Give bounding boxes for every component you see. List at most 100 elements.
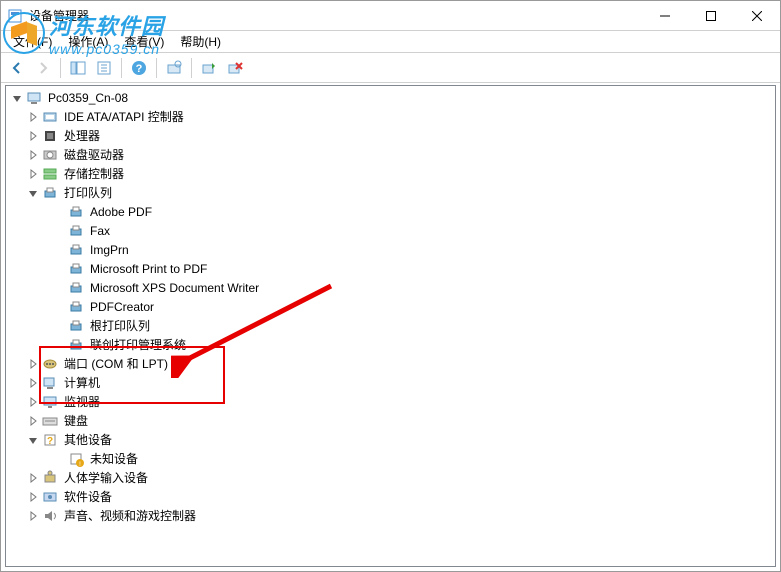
tree-item-label: 软件设备	[62, 487, 114, 506]
tree-child-item[interactable]: !未知设备	[6, 449, 775, 468]
menu-view[interactable]: 查看(V)	[116, 31, 172, 52]
printer-icon	[68, 280, 84, 296]
chevron-right-icon[interactable]	[26, 509, 40, 523]
printer-icon	[68, 299, 84, 315]
minimize-button[interactable]	[642, 1, 688, 31]
tree-item[interactable]: 软件设备	[6, 487, 775, 506]
keyboard-icon	[42, 413, 58, 429]
printer-icon	[42, 185, 58, 201]
tree-item-label: 打印队列	[62, 183, 114, 202]
tree-child-label: Microsoft XPS Document Writer	[88, 280, 261, 296]
tree-item-label: 磁盘驱动器	[62, 145, 126, 164]
hid-icon	[42, 470, 58, 486]
svg-text:?: ?	[47, 436, 53, 447]
properties-button[interactable]	[92, 56, 116, 80]
tree-item-label: 监视器	[62, 392, 102, 411]
menubar: 文件(F) 操作(A) 查看(V) 帮助(H)	[1, 31, 780, 53]
soft-icon	[42, 489, 58, 505]
tree-child-label: Microsoft Print to PDF	[88, 261, 209, 277]
chevron-right-icon[interactable]	[26, 167, 40, 181]
tree-item[interactable]: 存储控制器	[6, 164, 775, 183]
menu-file[interactable]: 文件(F)	[5, 31, 60, 52]
tree-item-label: 声音、视频和游戏控制器	[62, 506, 198, 525]
chevron-right-icon[interactable]	[26, 471, 40, 485]
root-label: Pc0359_Cn-08	[46, 90, 130, 106]
chevron-right-icon[interactable]	[26, 357, 40, 371]
tree-child-item[interactable]: Fax	[6, 221, 775, 240]
tree-child-label: ImgPrn	[88, 242, 131, 258]
tree-item[interactable]: 处理器	[6, 126, 775, 145]
tree-child-item[interactable]: 联创打印管理系统	[6, 335, 775, 354]
tree-child-label: Fax	[88, 223, 112, 239]
tree-child-item[interactable]: PDFCreator	[6, 297, 775, 316]
app-icon	[7, 8, 23, 24]
toolbar: ?	[1, 53, 780, 83]
tree-item[interactable]: IDE ATA/ATAPI 控制器	[6, 107, 775, 126]
chevron-right-icon[interactable]	[26, 490, 40, 504]
tree-item[interactable]: 打印队列	[6, 183, 775, 202]
update-driver-button[interactable]	[197, 56, 221, 80]
uninstall-button[interactable]	[223, 56, 247, 80]
back-button[interactable]	[5, 56, 29, 80]
chevron-right-icon[interactable]	[26, 148, 40, 162]
tree-item[interactable]: ? 其他设备	[6, 430, 775, 449]
chevron-right-icon[interactable]	[26, 129, 40, 143]
tree-item-label: IDE ATA/ATAPI 控制器	[62, 107, 186, 126]
tree-item[interactable]: 计算机	[6, 373, 775, 392]
sound-icon	[42, 508, 58, 524]
printer-icon	[68, 318, 84, 334]
disk-icon	[42, 147, 58, 163]
cpu-icon	[42, 128, 58, 144]
scan-button[interactable]	[162, 56, 186, 80]
chevron-down-icon[interactable]	[26, 186, 40, 200]
titlebar: 设备管理器	[1, 1, 780, 31]
pc-icon	[42, 375, 58, 391]
printer-icon	[68, 204, 84, 220]
forward-button[interactable]	[31, 56, 55, 80]
unknown-icon: !	[68, 451, 84, 467]
tree-item-label: 人体学输入设备	[62, 468, 150, 487]
computer-icon	[26, 90, 42, 106]
help-button[interactable]: ?	[127, 56, 151, 80]
tree-item[interactable]: 监视器	[6, 392, 775, 411]
tree-item-label: 其他设备	[62, 430, 114, 449]
tree-item[interactable]: 人体学输入设备	[6, 468, 775, 487]
tree-item[interactable]: 键盘	[6, 411, 775, 430]
close-button[interactable]	[734, 1, 780, 31]
svg-text:?: ?	[136, 63, 143, 75]
chevron-down-icon[interactable]	[26, 433, 40, 447]
window-title: 设备管理器	[29, 7, 642, 24]
ide-icon	[42, 109, 58, 125]
tree-child-item[interactable]: Microsoft XPS Document Writer	[6, 278, 775, 297]
tree-child-item[interactable]: Microsoft Print to PDF	[6, 259, 775, 278]
tree-item-label: 键盘	[62, 411, 90, 430]
monitor-icon	[42, 394, 58, 410]
chevron-right-icon[interactable]	[26, 376, 40, 390]
printer-icon	[68, 261, 84, 277]
tree-item-label: 计算机	[62, 373, 102, 392]
tree-child-item[interactable]: ImgPrn	[6, 240, 775, 259]
device-tree[interactable]: Pc0359_Cn-08IDE ATA/ATAPI 控制器处理器磁盘驱动器存储控…	[5, 85, 776, 567]
chevron-right-icon[interactable]	[26, 110, 40, 124]
tree-item[interactable]: 端口 (COM 和 LPT)	[6, 354, 775, 373]
other-icon: ?	[42, 432, 58, 448]
show-hide-tree-button[interactable]	[66, 56, 90, 80]
tree-child-label: 根打印队列	[88, 316, 152, 335]
tree-item[interactable]: 声音、视频和游戏控制器	[6, 506, 775, 525]
chevron-right-icon[interactable]	[26, 414, 40, 428]
menu-help[interactable]: 帮助(H)	[172, 31, 229, 52]
tree-item-label: 端口 (COM 和 LPT)	[62, 354, 170, 373]
printer-icon	[68, 223, 84, 239]
tree-child-label: Adobe PDF	[88, 204, 154, 220]
menu-action[interactable]: 操作(A)	[60, 31, 116, 52]
maximize-button[interactable]	[688, 1, 734, 31]
storage-icon	[42, 166, 58, 182]
tree-child-item[interactable]: 根打印队列	[6, 316, 775, 335]
tree-item-label: 处理器	[62, 126, 102, 145]
tree-item[interactable]: 磁盘驱动器	[6, 145, 775, 164]
port-icon	[42, 356, 58, 372]
chevron-down-icon[interactable]	[10, 91, 24, 105]
tree-child-item[interactable]: Adobe PDF	[6, 202, 775, 221]
chevron-right-icon[interactable]	[26, 395, 40, 409]
tree-root[interactable]: Pc0359_Cn-08	[6, 88, 775, 107]
